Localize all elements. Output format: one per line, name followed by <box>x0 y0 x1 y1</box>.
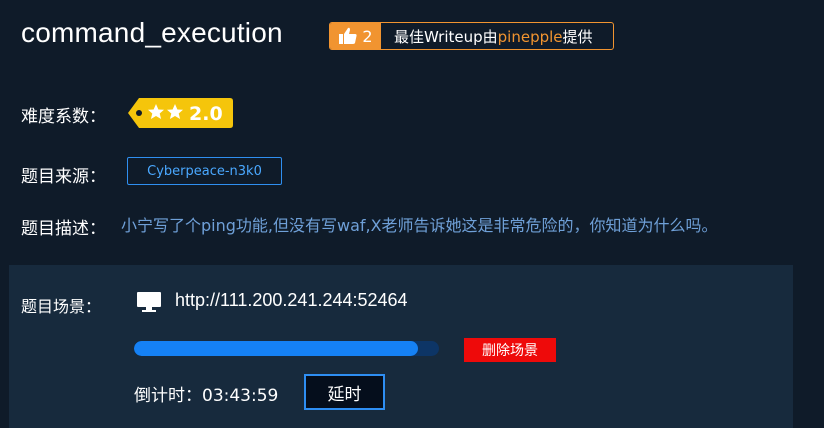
countdown: 倒计时：03:43:59 <box>134 381 278 406</box>
scene-progress-fill <box>134 341 418 356</box>
difficulty-label: 难度系数： <box>21 107 106 127</box>
difficulty-value: 2.0 <box>189 103 223 125</box>
description-label: 题目描述： <box>21 219 106 239</box>
extend-button[interactable]: 延时 <box>304 374 385 410</box>
difficulty-badge: 2.0 <box>128 98 233 128</box>
countdown-label: 倒计时： <box>134 386 202 406</box>
writeup-badge[interactable]: 2 最佳Writeup由pinepple提供 <box>329 22 614 50</box>
source-label: 题目来源： <box>21 167 106 187</box>
challenge-title: command_execution <box>21 17 283 48</box>
monitor-icon <box>137 292 161 312</box>
writeup-count: 2 <box>362 26 373 46</box>
writeup-author[interactable]: pinepple <box>498 28 563 46</box>
delete-scene-button[interactable]: 删除场景 <box>464 338 556 362</box>
description-text: 小宁写了个ping功能,但没有写waf,X老师告诉她这是非常危险的，你知道为什么… <box>121 216 718 235</box>
scene-url[interactable]: http://111.200.241.244:52464 <box>175 290 408 311</box>
scene-progress-bar <box>134 341 439 356</box>
writeup-prefix: 最佳Writeup由 <box>394 27 498 46</box>
countdown-value: 03:43:59 <box>202 386 279 406</box>
source-tag[interactable]: Cyberpeace-n3k0 <box>127 157 282 185</box>
writeup-suffix: 提供 <box>562 27 593 46</box>
scene-panel: 题目场景： http://111.200.241.244:52464 删除场景 … <box>9 265 793 428</box>
scene-label: 题目场景： <box>21 297 102 316</box>
writeup-count-box: 2 <box>330 23 381 49</box>
thumbs-up-icon <box>339 27 358 44</box>
writeup-text: 最佳Writeup由pinepple提供 <box>381 26 593 47</box>
